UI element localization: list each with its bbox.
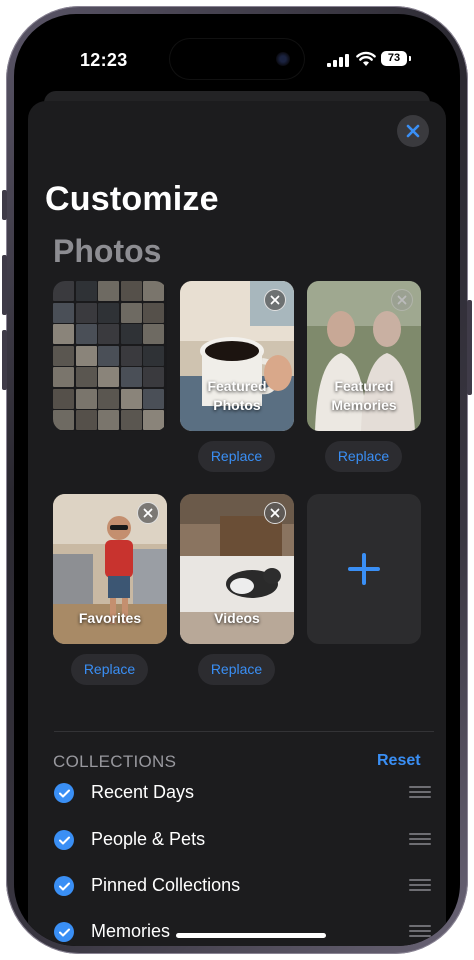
remove-icon [270, 295, 280, 305]
replace-videos-button[interactable]: Replace [198, 654, 275, 685]
remove-icon [397, 295, 407, 305]
remove-videos-button[interactable] [264, 502, 286, 524]
close-icon [406, 124, 420, 138]
videos-tile[interactable]: Videos [180, 494, 294, 644]
library-thumbnail [53, 367, 74, 387]
collection-item-people-pets[interactable]: People & Pets [54, 820, 434, 860]
drag-handle-icon[interactable] [409, 879, 431, 892]
library-thumbnail [120, 388, 142, 409]
library-thumbnail [75, 410, 97, 430]
status-bar: 12:23 73 [14, 14, 460, 79]
battery-icon: 73 [381, 51, 411, 66]
power-button [467, 300, 472, 395]
tile-label: Favorites [78, 610, 142, 626]
library-thumbnail [120, 281, 142, 301]
action-button [2, 190, 7, 220]
library-thumbnail [143, 281, 164, 301]
remove-icon [270, 508, 280, 518]
library-thumbnail [75, 388, 97, 409]
volume-up-button [2, 255, 7, 315]
remove-featured-memories-button[interactable] [391, 289, 413, 311]
library-thumbnail [53, 281, 74, 301]
wifi-icon [356, 51, 376, 66]
library-thumbnail [120, 345, 142, 366]
library-thumbnail [53, 410, 74, 430]
dynamic-island [170, 39, 304, 79]
screen: 12:23 73 Customize Photos Featured Photo… [14, 14, 460, 946]
remove-featured-photos-button[interactable] [264, 289, 286, 311]
library-thumbnail [98, 302, 119, 323]
library-thumbnail [120, 302, 142, 323]
collection-item-memories[interactable]: Memories [54, 912, 434, 946]
library-thumbnail [53, 302, 74, 323]
featured-photos-tile[interactable]: Featured Photos [180, 281, 294, 431]
library-thumbnail [143, 388, 164, 409]
library-thumbnail [98, 367, 119, 387]
replace-featured-memories-button[interactable]: Replace [325, 441, 402, 472]
library-thumbnail [53, 345, 74, 366]
page-subtitle: Photos [53, 233, 162, 269]
library-thumbnail [98, 324, 119, 344]
library-thumbnail [143, 345, 164, 366]
library-thumbnail [75, 367, 97, 387]
checkmark-icon[interactable] [54, 876, 74, 896]
home-indicator[interactable] [176, 933, 326, 938]
library-thumbnail [143, 324, 164, 344]
library-thumbnail [143, 367, 164, 387]
featured-memories-tile[interactable]: Featured Memories [307, 281, 421, 431]
collection-item-recent-days[interactable]: Recent Days [54, 773, 434, 813]
page-title: Customize [45, 180, 219, 218]
favorites-tile[interactable]: Favorites [53, 494, 167, 644]
camera-icon [276, 52, 290, 66]
library-thumbnail [75, 302, 97, 323]
collection-item-label: People & Pets [91, 829, 206, 849]
library-thumbnail [98, 388, 119, 409]
tile-label: Featured Memories [331, 378, 397, 413]
library-thumbnail [53, 324, 74, 344]
library-thumbnail [75, 324, 97, 344]
library-thumbnail [98, 410, 119, 430]
checkmark-icon[interactable] [54, 830, 74, 850]
cellular-signal-icon [327, 54, 349, 67]
library-thumbnail [98, 345, 119, 366]
replace-favorites-button[interactable]: Replace [71, 654, 148, 685]
library-thumbnail [120, 367, 142, 387]
status-time: 12:23 [80, 50, 128, 70]
plus-icon [348, 553, 380, 585]
checkmark-icon[interactable] [54, 922, 74, 942]
library-thumbnail [75, 345, 97, 366]
collection-item-pinned-collections[interactable]: Pinned Collections [54, 866, 434, 906]
collection-item-label: Pinned Collections [91, 875, 241, 895]
drag-handle-icon[interactable] [409, 833, 431, 846]
volume-down-button [2, 330, 7, 390]
library-thumbnail [75, 281, 97, 301]
tile-label: Featured Photos [207, 378, 267, 413]
collection-item-label: Memories [91, 921, 171, 941]
library-thumbnail [53, 388, 74, 409]
remove-favorites-button[interactable] [137, 502, 159, 524]
checkmark-icon[interactable] [54, 783, 74, 803]
drag-handle-icon[interactable] [409, 786, 431, 799]
library-thumbnail [120, 410, 142, 430]
tile-label: Videos [214, 610, 260, 626]
drag-handle-icon[interactable] [409, 925, 431, 938]
library-thumbnail [143, 302, 164, 323]
replace-featured-photos-button[interactable]: Replace [198, 441, 275, 472]
collections-header: COLLECTIONS [53, 752, 177, 771]
add-collection-tile[interactable] [307, 494, 421, 644]
remove-icon [143, 508, 153, 518]
library-grid-tile[interactable] [53, 281, 167, 431]
library-thumbnail [120, 324, 142, 344]
library-thumbnail [143, 410, 164, 430]
collection-item-label: Recent Days [91, 782, 195, 802]
reset-button[interactable]: Reset [377, 752, 421, 770]
section-divider [54, 731, 434, 732]
close-button[interactable] [397, 115, 429, 147]
library-thumbnail [98, 281, 119, 301]
